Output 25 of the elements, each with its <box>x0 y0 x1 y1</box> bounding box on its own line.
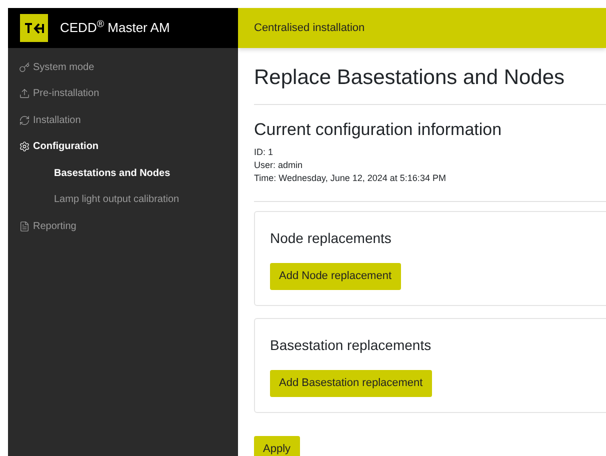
nav-item[interactable]: Pre-installation <box>8 80 238 107</box>
top-bar-title: Centralised installation <box>254 20 365 36</box>
key-icon <box>19 62 30 73</box>
upload-icon <box>19 88 30 100</box>
app-title: CEDD$^{®}$ Master AM <box>60 18 170 38</box>
info-text: ID: 1 <box>254 146 274 159</box>
card-title: Basestation replacements <box>270 336 432 355</box>
nav-item[interactable]: Configuration <box>8 134 238 160</box>
nav-item[interactable]: Installation <box>8 107 238 134</box>
page-title: Replace Basestations and Nodes <box>254 65 566 91</box>
info-text: Time: Wednesday, June 12, 2024 at 5:16:34 PM <box>254 172 447 185</box>
document-icon <box>19 220 30 232</box>
nav-subitem[interactable]: Basestations and Nodes <box>8 160 238 186</box>
logo-icon <box>20 14 48 42</box>
settings-icon <box>19 141 30 152</box>
refresh-icon <box>19 114 30 126</box>
add-button[interactable]: Add Basestation replacement <box>270 370 432 397</box>
apply-button[interactable]: Apply <box>254 436 300 456</box>
section-title: Current configuration information <box>254 118 503 140</box>
add-button[interactable]: Add Node replacement <box>270 263 401 290</box>
nav-subitem[interactable]: Lamp light output calibration <box>8 186 238 213</box>
card-title: Node replacements <box>270 229 392 248</box>
nav-item[interactable]: Reporting <box>8 213 238 240</box>
nav-item[interactable]: System mode <box>8 54 238 80</box>
info-text: User: admin <box>254 159 304 172</box>
